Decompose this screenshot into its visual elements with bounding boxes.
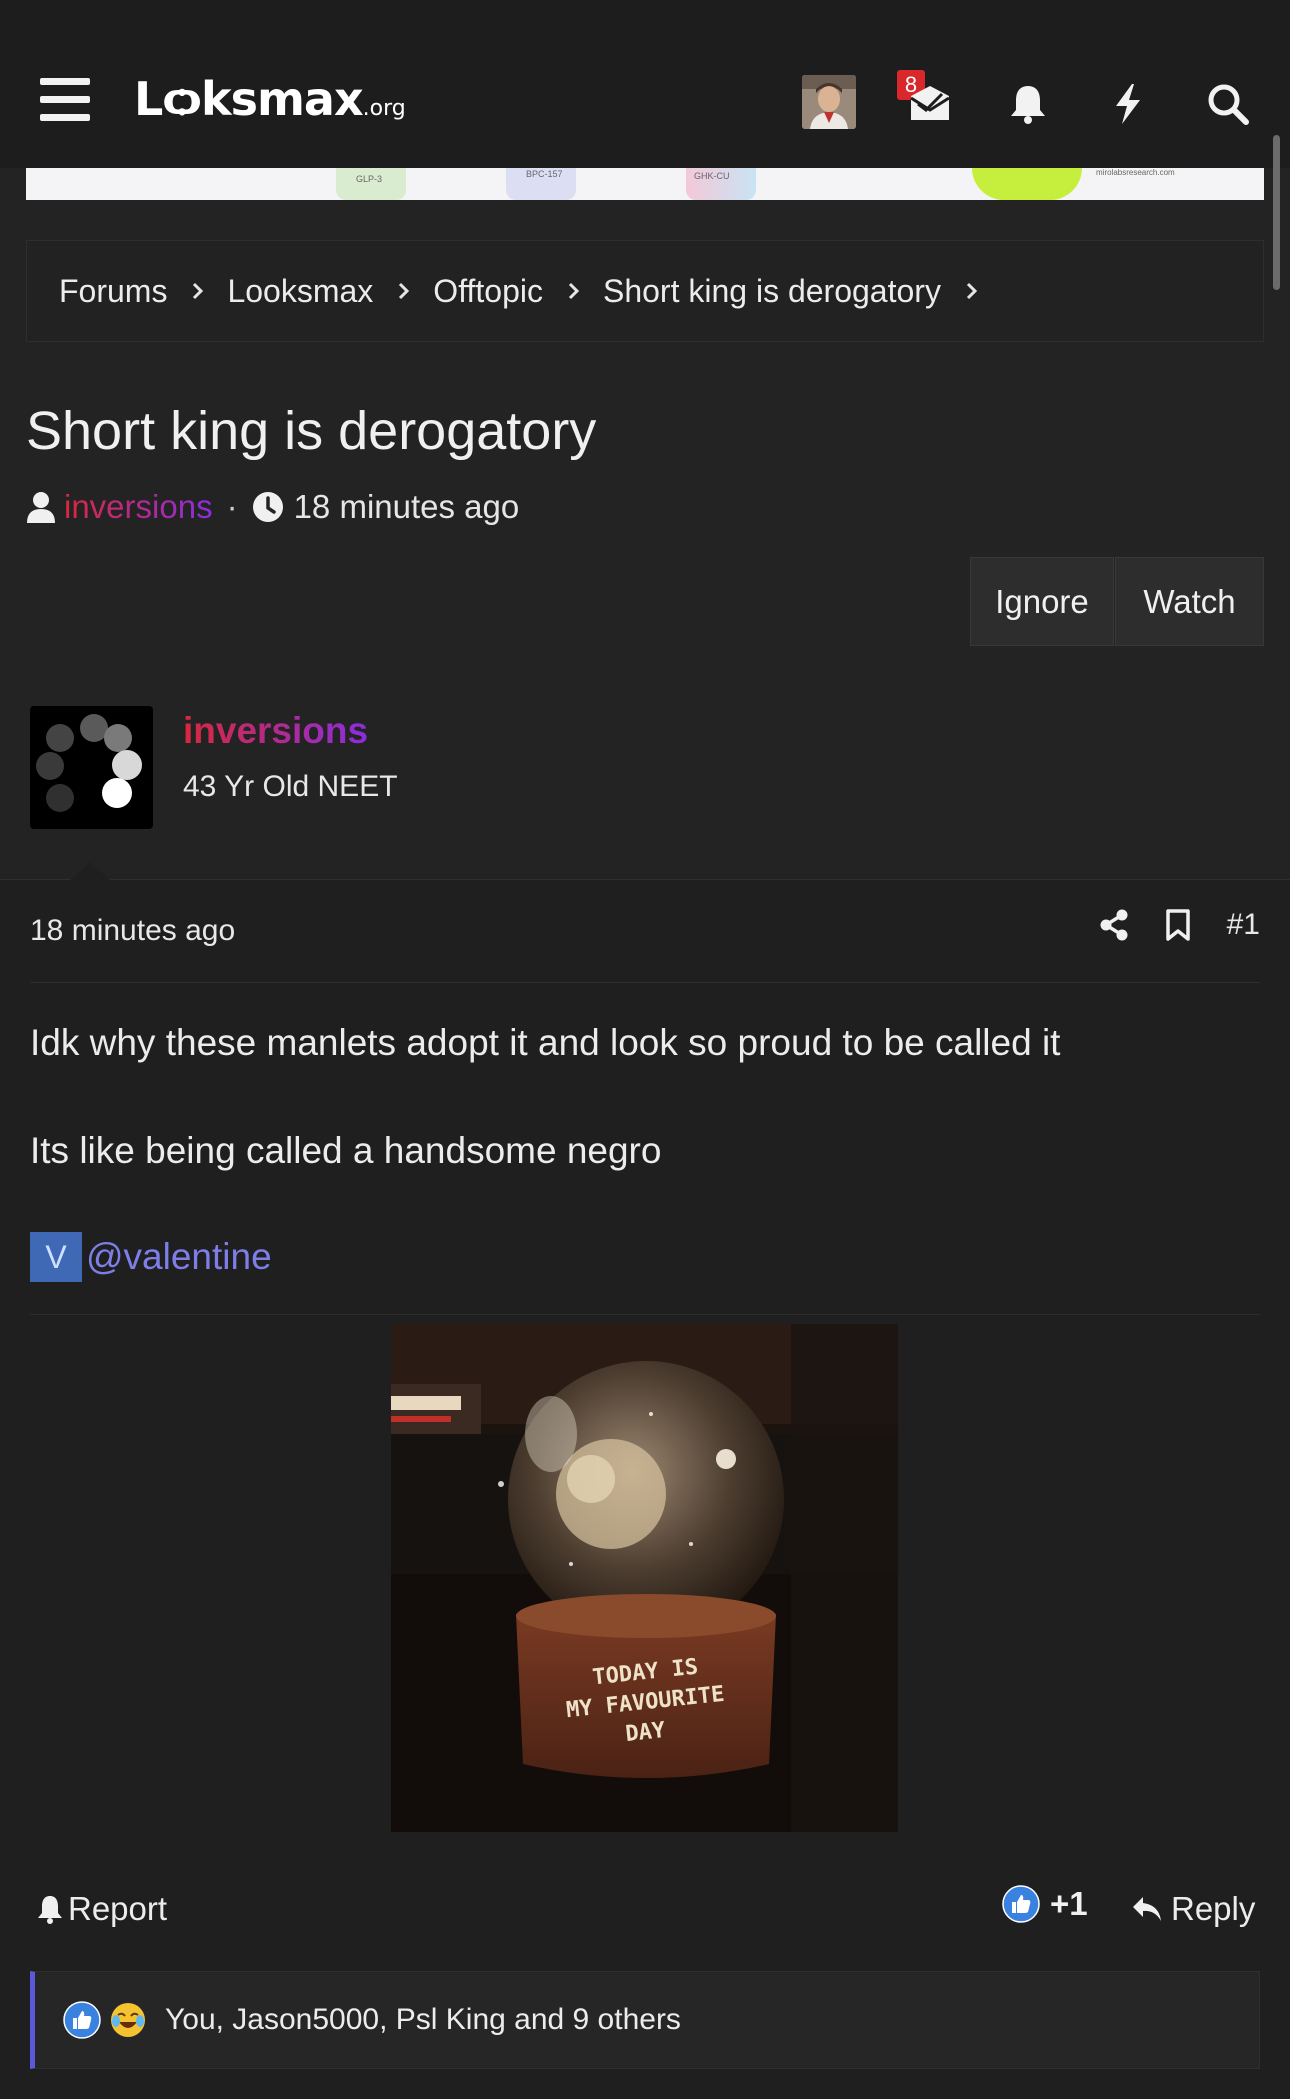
laughing-crying-emoji-icon (111, 2003, 145, 2037)
post-text-line: Idk why these manlets adopt it and look … (30, 1022, 1061, 1063)
status-bar-area (0, 0, 1290, 38)
hamburger-icon[interactable] (40, 78, 90, 122)
snow-globe-photo: TODAY IS MY FAVOURITE DAY (391, 1324, 898, 1832)
report-button[interactable]: Report (36, 1890, 167, 1928)
ad-banner[interactable]: GLP-3 BPC-157 GHK-CU mirolabsresearch.co… (26, 168, 1264, 200)
post-user-header: inversions 43 Yr Old NEET (0, 672, 1290, 882)
breadcrumb-label: Offtopic (433, 272, 543, 309)
thread-author-link[interactable]: inversions (64, 488, 213, 526)
user-avatar[interactable] (802, 75, 856, 129)
bell-icon[interactable] (1006, 82, 1050, 126)
chevron-right-icon (193, 282, 204, 300)
post: inversions 43 Yr Old NEET 18 minutes ago… (0, 672, 1290, 2099)
reply-button[interactable]: Reply (1131, 1890, 1255, 1928)
site-logo[interactable]: Lѻksmax.org (134, 72, 406, 126)
meta-separator: · (226, 488, 238, 525)
banner-label: mirolabsresearch.com (1096, 168, 1175, 177)
ignore-button[interactable]: Ignore (970, 557, 1114, 646)
poster-username[interactable]: inversions (183, 710, 368, 752)
post-actions: #1 (1063, 908, 1260, 942)
banner-label: BPC-157 (526, 169, 563, 179)
thread-meta: inversions · 18 minutes ago (26, 488, 519, 526)
thumbs-up-icon (63, 2001, 101, 2039)
image-caption-line: DAY (624, 1718, 667, 1747)
poster-user-title: 43 Yr Old NEET (183, 770, 398, 803)
breadcrumb-item-offtopic[interactable]: Offtopic (433, 273, 603, 310)
thread-time[interactable]: 18 minutes ago (294, 488, 520, 526)
chevron-right-icon (568, 282, 580, 300)
page-scrollbar[interactable] (1273, 135, 1280, 290)
reply-label: Reply (1171, 1890, 1256, 1927)
post-time[interactable]: 18 minutes ago (30, 914, 235, 948)
like-button[interactable]: +1 (1002, 1885, 1088, 1923)
logo-main: Lѻksmax (134, 72, 364, 126)
divider (30, 982, 1260, 983)
banner-vial-cap (336, 168, 406, 200)
navbar: Lѻksmax.org 8 (0, 38, 1290, 168)
share-icon[interactable] (1099, 909, 1129, 941)
mention-avatar: V (30, 1232, 82, 1282)
breadcrumb-item-thread[interactable]: Short king is derogatory (603, 273, 1001, 310)
watch-button[interactable]: Watch (1115, 557, 1264, 646)
thumbs-up-icon (1002, 1885, 1040, 1923)
like-count: +1 (1050, 1885, 1088, 1922)
search-icon[interactable] (1206, 82, 1250, 126)
breadcrumb-label: Short king is derogatory (602, 272, 941, 309)
breadcrumb-item-looksmax[interactable]: Looksmax (227, 273, 433, 310)
poster-avatar[interactable] (30, 706, 153, 829)
post-number-link[interactable]: #1 (1227, 908, 1260, 942)
banner-label: GLP-3 (356, 174, 383, 184)
breadcrumb-label: Forums (59, 272, 168, 309)
attached-image[interactable]: TODAY IS MY FAVOURITE DAY (391, 1324, 898, 1832)
breadcrumb-item-forums[interactable]: Forums (59, 273, 227, 310)
clock-icon (252, 492, 283, 522)
envelope-icon[interactable] (908, 82, 952, 126)
logo-tld: .org (362, 96, 406, 121)
report-label: Report (68, 1890, 168, 1927)
user-icon (27, 492, 55, 523)
divider (30, 1314, 1260, 1315)
bookmark-icon[interactable] (1165, 909, 1191, 941)
chevron-right-icon (966, 282, 978, 300)
chevron-right-icon (399, 282, 410, 300)
breadcrumb: Forums Looksmax Offtopic Short king is d… (26, 240, 1264, 342)
post-text-line: Its like being called a handsome negro (30, 1130, 662, 1171)
reactions-bar[interactable]: You, Jason5000, Psl King and 9 others (30, 1971, 1260, 2069)
reactions-text[interactable]: You, Jason5000, Psl King and 9 others (165, 2003, 681, 2037)
banner-splash (972, 168, 1082, 200)
breadcrumb-label: Looksmax (227, 272, 374, 309)
banner-label: GHK-CU (694, 171, 730, 181)
mention-link[interactable]: @valentine (86, 1236, 272, 1278)
bell-icon (38, 1896, 62, 1924)
user-mention[interactable]: V @valentine (30, 1232, 272, 1282)
post-pointer (68, 862, 112, 882)
reply-arrow-icon (1133, 1897, 1161, 1921)
lightning-icon[interactable] (1106, 82, 1150, 126)
thread-title: Short king is derogatory (26, 401, 597, 461)
